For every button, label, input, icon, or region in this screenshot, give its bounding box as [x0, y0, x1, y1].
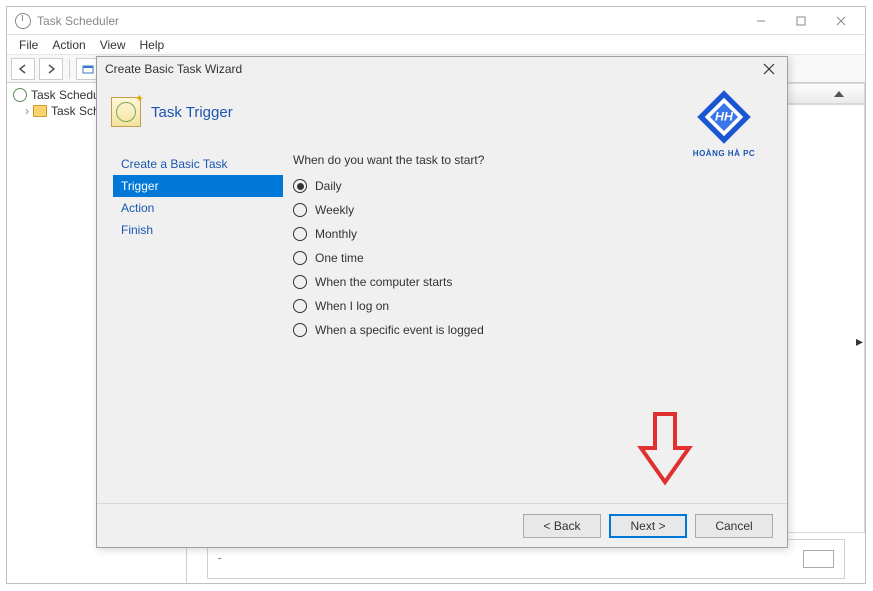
nav-finish[interactable]: Finish [113, 219, 283, 241]
radio-icon [293, 251, 307, 265]
close-button[interactable] [821, 9, 861, 33]
radio-label: When a specific event is logged [315, 323, 484, 337]
main-titlebar: Task Scheduler [7, 7, 865, 35]
radio-onetime[interactable]: One time [293, 251, 761, 265]
minimize-button[interactable] [741, 9, 781, 33]
radio-label: Daily [315, 179, 342, 193]
menubar: File Action View Help [7, 35, 865, 55]
brand-logo: HH HOÀNG HÀ PC [681, 83, 767, 161]
radio-label: Monthly [315, 227, 357, 241]
window-controls [741, 9, 861, 33]
radio-monthly[interactable]: Monthly [293, 227, 761, 241]
sort-up-icon [834, 91, 844, 97]
radio-icon [293, 299, 307, 313]
back-button[interactable] [11, 58, 35, 80]
radio-label: When I log on [315, 299, 389, 313]
radio-icon [293, 227, 307, 241]
expand-icon: › [25, 104, 29, 118]
nav-trigger[interactable]: Trigger [113, 175, 283, 197]
menu-action[interactable]: Action [46, 36, 91, 54]
dialog-titlebar: Create Basic Task Wizard [97, 57, 787, 81]
folder-icon [33, 105, 47, 117]
brand-logo-text: HOÀNG HÀ PC [693, 149, 755, 158]
menu-file[interactable]: File [13, 36, 44, 54]
scroll-right-icon[interactable]: ▸ [856, 333, 863, 350]
radio-label: When the computer starts [315, 275, 452, 289]
radio-logon[interactable]: When I log on [293, 299, 761, 313]
radio-icon [293, 203, 307, 217]
dialog-title: Create Basic Task Wizard [105, 62, 759, 76]
radio-weekly[interactable]: Weekly [293, 203, 761, 217]
trigger-radio-group: Daily Weekly Monthly One time When the c… [293, 179, 761, 337]
radio-icon [293, 179, 307, 193]
radio-icon [293, 275, 307, 289]
dialog-body: Create a Basic Task Trigger Action Finis… [97, 143, 787, 503]
radio-event-logged[interactable]: When a specific event is logged [293, 323, 761, 337]
status-text [218, 553, 793, 565]
dialog-close-button[interactable] [759, 59, 779, 79]
next-button[interactable]: Next > [609, 514, 687, 538]
status-button[interactable] [803, 550, 834, 568]
radio-icon [293, 323, 307, 337]
create-basic-task-wizard-dialog: Create Basic Task Wizard Task Trigger HH… [96, 56, 788, 548]
wizard-content: When do you want the task to start? Dail… [283, 153, 771, 503]
radio-daily[interactable]: Daily [293, 179, 761, 193]
wizard-nav: Create a Basic Task Trigger Action Finis… [113, 153, 283, 503]
toolbar-separator [69, 59, 70, 79]
radio-label: Weekly [315, 203, 354, 217]
back-button[interactable]: < Back [523, 514, 601, 538]
scheduler-icon [13, 88, 27, 102]
maximize-button[interactable] [781, 9, 821, 33]
nav-action[interactable]: Action [113, 197, 283, 219]
menu-help[interactable]: Help [134, 36, 171, 54]
radio-computer-starts[interactable]: When the computer starts [293, 275, 761, 289]
wizard-icon [111, 97, 141, 127]
dialog-footer: < Back Next > Cancel [97, 503, 787, 547]
diamond-icon: HH [693, 86, 755, 148]
app-title: Task Scheduler [37, 14, 741, 28]
cancel-button[interactable]: Cancel [695, 514, 773, 538]
dialog-header: Task Trigger HH HOÀNG HÀ PC [97, 81, 787, 143]
radio-label: One time [315, 251, 364, 265]
nav-create-basic-task[interactable]: Create a Basic Task [113, 153, 283, 175]
svg-text:HH: HH [715, 110, 734, 124]
forward-button[interactable] [39, 58, 63, 80]
clock-icon [15, 13, 31, 29]
dialog-header-title: Task Trigger [151, 104, 233, 121]
menu-view[interactable]: View [94, 36, 132, 54]
